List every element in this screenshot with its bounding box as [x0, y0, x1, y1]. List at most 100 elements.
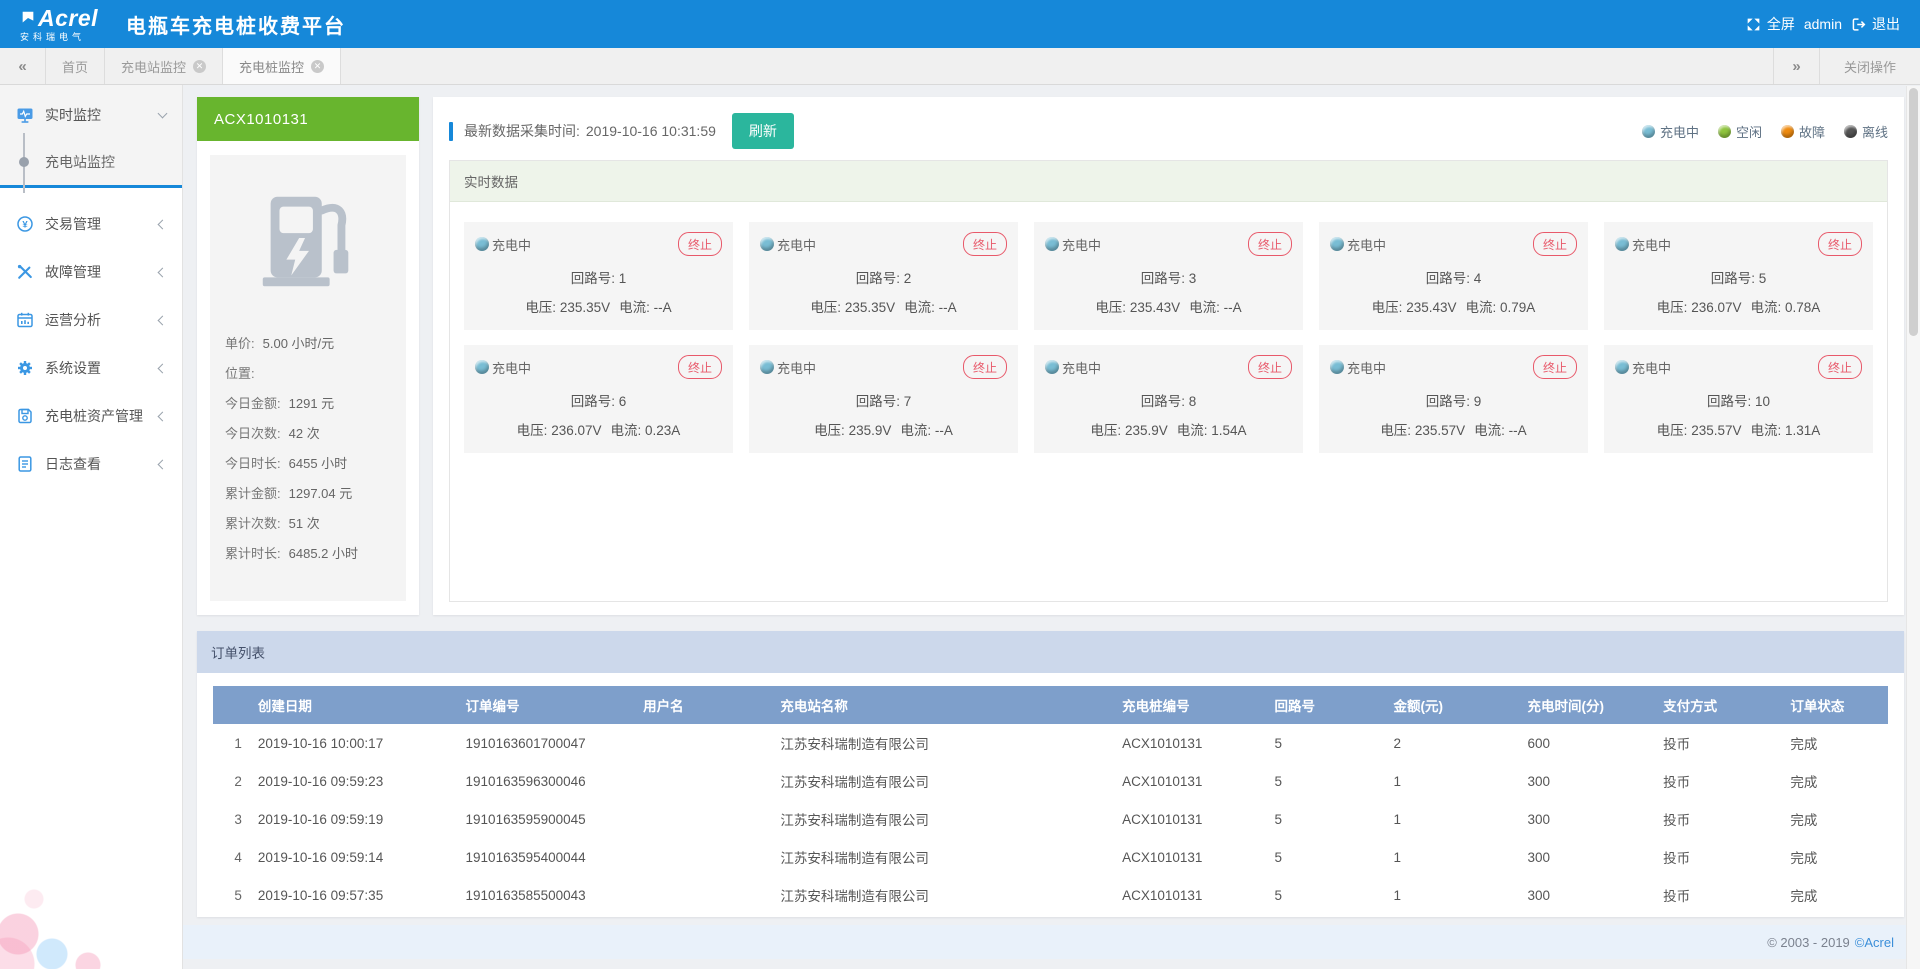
tab-home[interactable]: 首页: [46, 48, 105, 84]
circuit-number: 回路号: 10: [1615, 390, 1862, 410]
circuit-number: 回路号: 1: [475, 267, 722, 287]
col-status: 订单状态: [1782, 686, 1888, 724]
sidebar-item-analysis[interactable]: 运营分析: [0, 296, 182, 344]
circuit-number: 回路号: 6: [475, 390, 722, 410]
circuit-status: 充电中: [475, 235, 531, 254]
terminate-button[interactable]: 终止: [1818, 232, 1862, 256]
sidebar-item-faults[interactable]: 故障管理: [0, 248, 182, 296]
logout-icon: [1851, 17, 1866, 32]
legend-item: 空闲: [1718, 122, 1762, 141]
tab-close-icon[interactable]: ✕: [193, 60, 206, 73]
terminate-button[interactable]: 终止: [1248, 355, 1292, 379]
username[interactable]: admin: [1804, 16, 1842, 32]
status-sphere-icon: [1781, 125, 1794, 138]
status-sphere-icon: [1718, 125, 1731, 138]
circuit-detail: 电压: 235.35V电流: --A: [760, 296, 1007, 316]
close-operations-button[interactable]: 关闭操作: [1819, 48, 1920, 84]
monitor-icon: [16, 106, 34, 124]
scrollbar-thumb[interactable]: [1909, 88, 1918, 336]
realtime-data-title: 实时数据: [450, 161, 1887, 202]
logo-text: Acrel: [38, 7, 98, 30]
tabs-scroll-left-button[interactable]: «: [0, 48, 46, 84]
circuit-status: 充电中: [760, 235, 816, 254]
logout-button[interactable]: 退出: [1851, 14, 1900, 34]
settings-icon: [16, 359, 34, 377]
fullscreen-button[interactable]: 全屏: [1746, 14, 1795, 34]
circuit-detail: 电压: 236.07V电流: 0.23A: [475, 419, 722, 439]
sidebar-item-logs[interactable]: 日志查看: [0, 440, 182, 488]
table-row[interactable]: 1 2019-10-16 10:00:17 1910163601700047 江…: [213, 724, 1888, 762]
acrel-logo: Acrel 安科瑞电气: [20, 7, 98, 42]
circuit-number: 回路号: 2: [760, 267, 1007, 287]
svg-text:¥: ¥: [22, 219, 28, 230]
transaction-icon: ¥: [16, 215, 34, 233]
circuit-number: 回路号: 8: [1045, 390, 1292, 410]
col-created: 创建日期: [250, 686, 458, 724]
station-card: ACX1010131: [197, 97, 419, 615]
charging-sphere-icon: [1615, 237, 1629, 251]
chevron-left-icon: [158, 459, 168, 469]
col-pay: 支付方式: [1655, 686, 1782, 724]
circuit-status: 充电中: [475, 358, 531, 377]
realtime-data-section: 实时数据 充电中 终止: [449, 160, 1888, 602]
tab-close-icon[interactable]: ✕: [311, 60, 324, 73]
table-row[interactable]: 3 2019-10-16 09:59:19 1910163595900045 江…: [213, 800, 1888, 838]
circuit-card: 充电中 终止 回路号: 9 电压: 235.57V电流: --A: [1319, 345, 1588, 453]
status-sphere-icon: [1844, 125, 1857, 138]
col-station: 充电站名称: [772, 686, 1114, 724]
circuit-detail: 电压: 235.43V电流: 0.79A: [1330, 296, 1577, 316]
circuit-number: 回路号: 3: [1045, 267, 1292, 287]
circuit-detail: 电压: 235.43V电流: --A: [1045, 296, 1292, 316]
terminate-button[interactable]: 终止: [963, 355, 1007, 379]
terminate-button[interactable]: 终止: [963, 232, 1007, 256]
tabs-scroll-right-button[interactable]: »: [1773, 48, 1819, 84]
charging-sphere-icon: [760, 237, 774, 251]
chevron-left-icon: [158, 219, 168, 229]
terminate-button[interactable]: 终止: [678, 232, 722, 256]
col-minutes: 充电时间(分): [1519, 686, 1655, 724]
circuit-detail: 电压: 235.9V电流: --A: [760, 419, 1007, 439]
acrel-flag-icon: [20, 10, 36, 26]
terminate-button[interactable]: 终止: [1248, 232, 1292, 256]
table-row[interactable]: 2 2019-10-16 09:59:23 1910163596300046 江…: [213, 762, 1888, 800]
log-icon: [16, 455, 34, 473]
vertical-scrollbar[interactable]: [1906, 86, 1920, 969]
station-stats: 单价: 5.00 小时/元 位置: 今日金额:: [210, 329, 406, 569]
circuit-detail: 电压: 235.57V电流: --A: [1330, 419, 1577, 439]
sidebar-item-pile-assets[interactable]: 充电桩资产管理: [0, 392, 182, 440]
terminate-button[interactable]: 终止: [1818, 355, 1862, 379]
footer-brand-link[interactable]: ©Acrel: [1855, 935, 1894, 950]
tab-pile-monitor[interactable]: 充电桩监控 ✕: [223, 48, 341, 84]
circuit-card: 充电中 终止 回路号: 4 电压: 235.43V电流: 0.79A: [1319, 222, 1588, 330]
circuit-card: 充电中 终止 回路号: 2 电压: 235.35V电流: --A: [749, 222, 1018, 330]
table-row[interactable]: 5 2019-10-16 09:57:35 1910163585500043 江…: [213, 876, 1888, 914]
col-amount: 金额(元): [1385, 686, 1519, 724]
circuit-status: 充电中: [1330, 358, 1386, 377]
col-order-no: 订单编号: [458, 686, 636, 724]
tab-station-monitor[interactable]: 充电站监控 ✕: [105, 48, 223, 84]
station-stat-row: 今日次数: 42 次: [210, 419, 406, 449]
charging-pile-icon: [249, 181, 367, 299]
terminate-button[interactable]: 终止: [1533, 355, 1577, 379]
analysis-icon: [16, 311, 34, 329]
page-footer: © 2003 - 2019 ©Acrel: [183, 925, 1920, 959]
sidebar-item-realtime-monitor[interactable]: 实时监控: [0, 91, 182, 139]
terminate-button[interactable]: 终止: [678, 355, 722, 379]
circuit-detail: 电压: 235.57V电流: 1.31A: [1615, 419, 1862, 439]
station-stat-row: 累计次数: 51 次: [210, 509, 406, 539]
decorative-watermark: [0, 739, 183, 969]
station-stat-row: 今日时长: 6455 小时: [210, 449, 406, 479]
chevron-left-icon: [158, 315, 168, 325]
charging-sphere-icon: [760, 360, 774, 374]
sidebar-item-transactions[interactable]: ¥ 交易管理: [0, 200, 182, 248]
terminate-button[interactable]: 终止: [1533, 232, 1577, 256]
logo-subtext: 安科瑞电气: [20, 33, 98, 42]
sidebar: 实时监控 充电站监控 ¥ 交易管理 故障管理 运营分析: [0, 85, 183, 969]
circuit-number: 回路号: 7: [760, 390, 1007, 410]
legend-item: 故障: [1781, 122, 1825, 141]
sidebar-item-settings[interactable]: 系统设置: [0, 344, 182, 392]
table-row[interactable]: 4 2019-10-16 09:59:14 1910163595400044 江…: [213, 838, 1888, 876]
refresh-button[interactable]: 刷新: [732, 113, 794, 149]
charging-sphere-icon: [475, 360, 489, 374]
sidebar-item-charging-station-monitor[interactable]: 充电站监控: [0, 139, 182, 185]
